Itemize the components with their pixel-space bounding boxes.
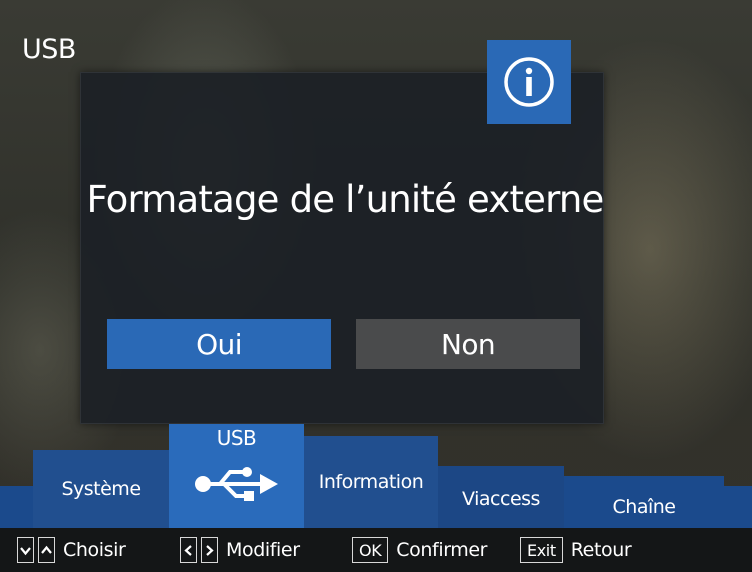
tab-usb[interactable]: USB (169, 424, 304, 532)
modify-label: Modifier (226, 539, 300, 561)
exit-key: Exit (520, 537, 563, 563)
ok-key: OK (352, 537, 389, 563)
left-arrow-key-icon (180, 537, 197, 563)
right-arrow-key-icon (201, 537, 218, 563)
tab-information[interactable]: Information (304, 436, 438, 528)
up-arrow-key-icon (38, 537, 55, 563)
yes-button[interactable]: Oui (107, 319, 331, 369)
confirm-hint: OK Confirmer (352, 537, 487, 563)
no-button[interactable]: Non (356, 319, 580, 369)
tab-viaccess[interactable]: Viaccess (438, 466, 564, 528)
back-hint: Exit Retour (520, 537, 632, 563)
down-arrow-key-icon (17, 537, 34, 563)
confirmation-dialog (80, 72, 604, 424)
back-label: Retour (570, 539, 632, 561)
page-title: USB (22, 34, 76, 65)
choose-label: Choisir (63, 539, 126, 561)
dialog-message: Formatage de l’unité externe (86, 178, 605, 221)
choose-hint: Choisir (17, 537, 126, 563)
key-hint-bar: Choisir Modifier OK Confirmer Exit Retou… (0, 528, 752, 572)
tab-systeme[interactable]: Système (33, 450, 169, 528)
modify-hint: Modifier (180, 537, 300, 563)
usb-icon (194, 466, 280, 507)
confirm-label: Confirmer (396, 539, 488, 561)
tab-chaine[interactable]: Chaîne (564, 476, 724, 528)
info-icon (487, 40, 571, 124)
tab-usb-label: USB (216, 426, 257, 450)
